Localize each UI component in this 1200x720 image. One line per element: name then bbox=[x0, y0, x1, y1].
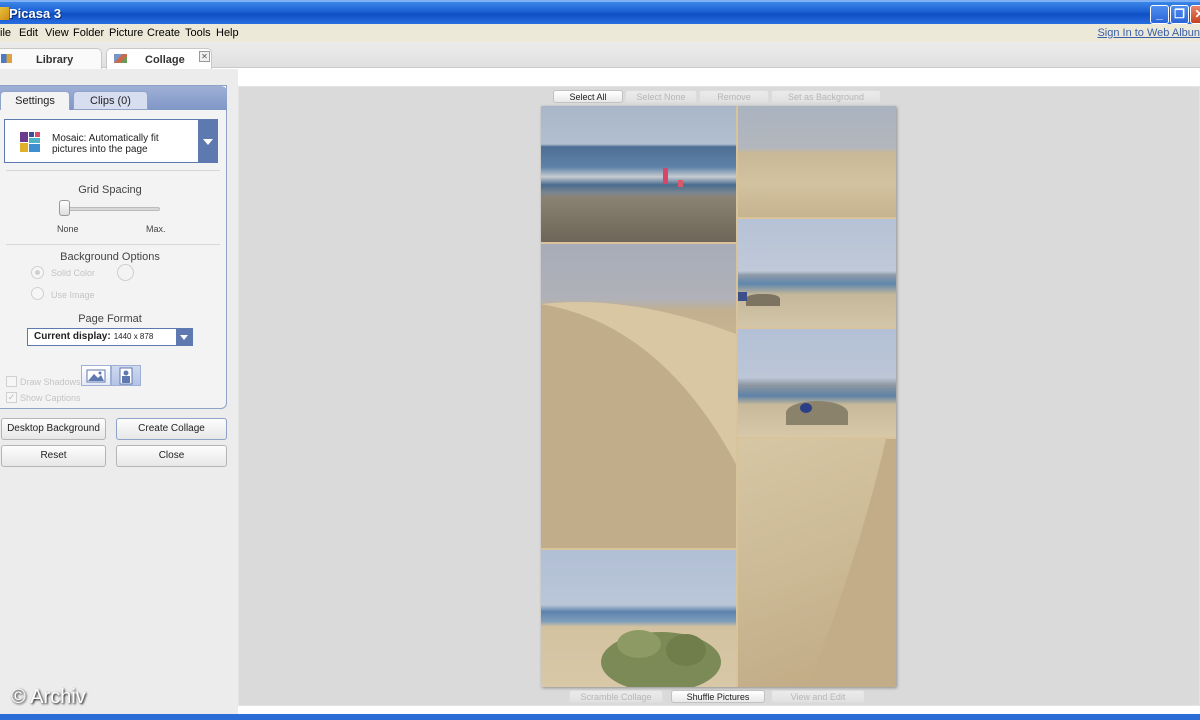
tab-collage[interactable]: Collage ✕ bbox=[106, 48, 212, 69]
select-all-button[interactable]: Select All bbox=[553, 90, 623, 103]
select-none-button[interactable]: Select None bbox=[625, 90, 697, 103]
menu-picture[interactable]: Picture bbox=[109, 27, 143, 39]
menu-bar: ile Edit View Folder Picture Create Tool… bbox=[0, 24, 1200, 42]
panel-tabs: Settings Clips (0) bbox=[0, 86, 227, 110]
watermark: © Archiv bbox=[11, 686, 86, 708]
menu-file[interactable]: ile bbox=[0, 27, 11, 39]
status-bar bbox=[0, 714, 1200, 720]
collage-icon bbox=[114, 54, 127, 63]
draw-shadows-label: Draw Shadows bbox=[20, 377, 81, 387]
portrait-icon bbox=[119, 367, 133, 385]
collage-canvas-area: Select All Select None Remove Set as Bac… bbox=[238, 86, 1200, 706]
scramble-collage-button[interactable]: Scramble Collage bbox=[569, 690, 663, 703]
dune-slope-shape bbox=[808, 439, 896, 687]
page-format-label: Current display: bbox=[34, 331, 111, 342]
portrait-orientation-button[interactable] bbox=[111, 365, 141, 386]
grid-spacing-slider-thumb[interactable] bbox=[59, 200, 70, 216]
tab-collage-label: Collage bbox=[145, 54, 185, 66]
menu-tools[interactable]: Tools bbox=[185, 27, 211, 39]
use-image-radio[interactable] bbox=[31, 287, 44, 300]
remove-button[interactable]: Remove bbox=[699, 90, 769, 103]
photo-dunes-horizon[interactable] bbox=[738, 106, 896, 217]
title-bar: Picasa 3 _ ❐ ✕ bbox=[0, 0, 1200, 24]
grid-spacing-max-label: Max. bbox=[146, 224, 166, 234]
reset-button[interactable]: Reset bbox=[1, 445, 106, 467]
use-image-label: Use Image bbox=[51, 290, 95, 300]
dune-ridge-shape bbox=[541, 302, 736, 548]
shuffle-pictures-button[interactable]: Shuffle Pictures bbox=[671, 690, 765, 703]
collage-settings-pane: Settings Clips (0) Mosaic: Automatically… bbox=[0, 69, 238, 715]
photo-beach-tent[interactable] bbox=[738, 219, 896, 327]
photo-beach-girl[interactable] bbox=[541, 106, 736, 242]
tab-library[interactable]: Library bbox=[0, 48, 102, 69]
menu-create[interactable]: Create bbox=[147, 27, 180, 39]
menu-view[interactable]: View bbox=[45, 27, 69, 39]
show-captions-label: Show Captions bbox=[20, 393, 81, 403]
chevron-down-icon[interactable] bbox=[198, 120, 217, 162]
desktop-background-button[interactable]: Desktop Background bbox=[1, 418, 106, 440]
menu-folder[interactable]: Folder bbox=[73, 27, 104, 39]
tab-library-label: Library bbox=[36, 54, 74, 66]
create-collage-button[interactable]: Create Collage bbox=[116, 418, 227, 440]
divider bbox=[6, 170, 220, 171]
close-tab-icon[interactable]: ✕ bbox=[199, 51, 210, 62]
solid-color-label: Solid Color bbox=[51, 268, 96, 278]
landscape-orientation-button[interactable] bbox=[81, 365, 111, 386]
collage-type-dropdown[interactable]: Mosaic: Automatically fit pictures into … bbox=[4, 119, 218, 163]
library-icon bbox=[1, 54, 12, 63]
tab-settings[interactable]: Settings bbox=[0, 91, 70, 110]
mosaic-icon bbox=[20, 132, 40, 152]
chevron-down-icon[interactable] bbox=[176, 329, 192, 345]
menu-help[interactable]: Help bbox=[216, 27, 239, 39]
view-tabs: Library Collage ✕ bbox=[0, 42, 1200, 69]
grid-spacing-title: Grid Spacing bbox=[78, 184, 142, 196]
solid-color-radio[interactable] bbox=[31, 266, 44, 279]
photo-dune-ripples[interactable] bbox=[541, 244, 736, 548]
tab-clips[interactable]: Clips (0) bbox=[73, 91, 148, 110]
grid-spacing-slider[interactable] bbox=[62, 207, 160, 211]
set-as-background-button[interactable]: Set as Background bbox=[771, 90, 881, 103]
sign-in-link[interactable]: Sign In to Web Albun bbox=[1097, 27, 1200, 39]
close-window-button[interactable]: ✕ bbox=[1190, 5, 1200, 24]
close-button[interactable]: Close bbox=[116, 445, 227, 467]
settings-panel: Settings Clips (0) Mosaic: Automatically… bbox=[0, 85, 227, 409]
page-format-title: Page Format bbox=[78, 313, 142, 325]
photo-dune-slope[interactable] bbox=[738, 439, 896, 687]
photo-beach-blue-tent[interactable] bbox=[738, 329, 896, 437]
maximize-button[interactable]: ❐ bbox=[1170, 5, 1189, 24]
grid-spacing-min-label: None bbox=[57, 224, 79, 234]
color-picker-swatch[interactable] bbox=[117, 264, 134, 281]
view-and-edit-button[interactable]: View and Edit bbox=[771, 690, 865, 703]
page-format-select[interactable]: Current display: 1440 x 878 bbox=[27, 328, 193, 346]
background-options-title: Background Options bbox=[60, 251, 160, 263]
draw-shadows-checkbox[interactable] bbox=[6, 376, 17, 387]
picasa-app-icon bbox=[0, 7, 9, 20]
minimize-button[interactable]: _ bbox=[1150, 5, 1169, 24]
collage-type-label: Mosaic: Automatically fit pictures into … bbox=[52, 133, 159, 155]
menu-edit[interactable]: Edit bbox=[19, 27, 38, 39]
landscape-icon bbox=[86, 369, 106, 383]
show-captions-checkbox[interactable]: ✓ bbox=[6, 392, 17, 403]
photo-beach-shrub[interactable] bbox=[541, 550, 736, 687]
page-format-value: 1440 x 878 bbox=[113, 332, 154, 341]
collage-preview[interactable] bbox=[541, 106, 896, 687]
shrub-shape bbox=[601, 630, 721, 687]
window-title: Picasa 3 bbox=[9, 6, 62, 21]
divider bbox=[6, 244, 220, 245]
